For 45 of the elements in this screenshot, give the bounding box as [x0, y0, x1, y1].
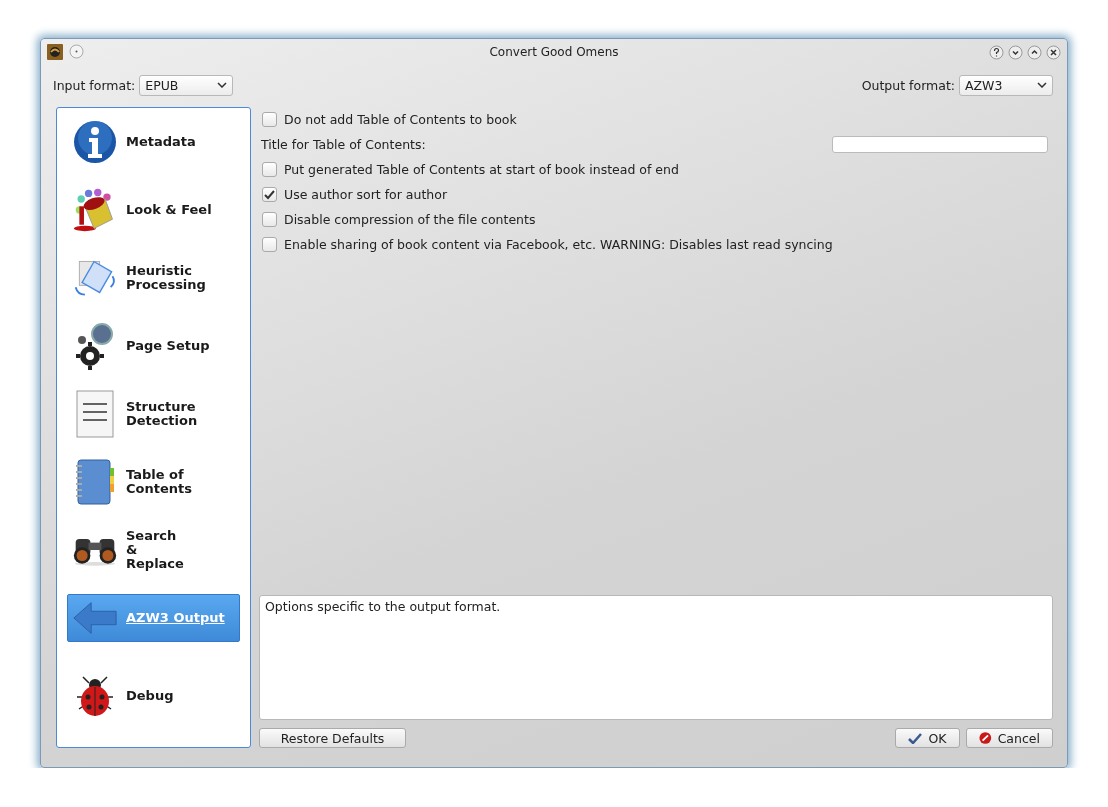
- checkbox-label[interactable]: Put generated Table of Contents at start of book instead of end: [284, 162, 679, 177]
- window-title: Convert Good Omens: [488, 45, 620, 59]
- checkbox[interactable]: [262, 187, 277, 202]
- notebook-icon: [74, 458, 116, 506]
- checkbox[interactable]: [262, 237, 277, 252]
- sidebar-item[interactable]: Heuristic Processing: [67, 244, 240, 312]
- input-format-label: Input format:: [53, 77, 136, 93]
- title-input-field[interactable]: [832, 136, 1048, 153]
- help-icon[interactable]: [989, 44, 1004, 60]
- ok-button[interactable]: OK: [895, 728, 960, 748]
- input-format-dropdown[interactable]: EPUB: [139, 74, 234, 96]
- sidebar-item[interactable]: Page Setup: [67, 312, 240, 380]
- sidebar-item[interactable]: Metadata: [67, 108, 240, 176]
- info-icon: [73, 120, 117, 164]
- output-format-dropdown[interactable]: AZW3: [959, 74, 1053, 96]
- checkbox[interactable]: [262, 112, 277, 127]
- description-text: Options specific to the output format.: [259, 595, 1053, 720]
- field-label: Title for Table of Contents:: [261, 137, 426, 152]
- checkbox[interactable]: [262, 162, 277, 177]
- checkbox-label[interactable]: Use author sort for author: [284, 187, 448, 202]
- rotating-page-icon: [72, 258, 118, 298]
- arrow-left-icon: [72, 600, 118, 636]
- close-icon[interactable]: [1046, 44, 1061, 60]
- sidebar-item[interactable]: Table of Contents: [67, 448, 240, 516]
- caret-icon: [1037, 82, 1047, 88]
- gears-icon: [76, 322, 114, 370]
- restore-defaults-button[interactable]: Restore Defaults: [259, 728, 406, 748]
- output-format-label: Output format:: [861, 77, 955, 93]
- sidebar-item[interactable]: Debug: [67, 662, 240, 730]
- sidebar-item[interactable]: Structure Detection: [67, 380, 240, 448]
- minimize-icon[interactable]: [1008, 44, 1023, 60]
- checkbox[interactable]: [262, 212, 277, 227]
- app-icon[interactable]: [47, 44, 63, 60]
- ladybug-icon: [75, 673, 115, 719]
- sidebar-item[interactable]: Look & Feel: [67, 176, 240, 244]
- document-icon: [75, 390, 115, 438]
- checkmark-icon: [908, 732, 923, 744]
- checkbox-label[interactable]: Disable compression of the file contents: [284, 212, 536, 227]
- sidebar-item[interactable]: Search & Replace: [67, 516, 240, 584]
- cancel-icon: [979, 731, 992, 745]
- checkbox-label[interactable]: Enable sharing of book content via Facebook, etc. WARNING: Disables last read syncing: [284, 237, 833, 252]
- checkbox-label[interactable]: Do not add Table of Contents to book: [284, 112, 517, 127]
- cancel-button[interactable]: Cancel: [966, 728, 1053, 748]
- caret-icon: [217, 82, 228, 88]
- maximize-icon[interactable]: [1027, 44, 1042, 60]
